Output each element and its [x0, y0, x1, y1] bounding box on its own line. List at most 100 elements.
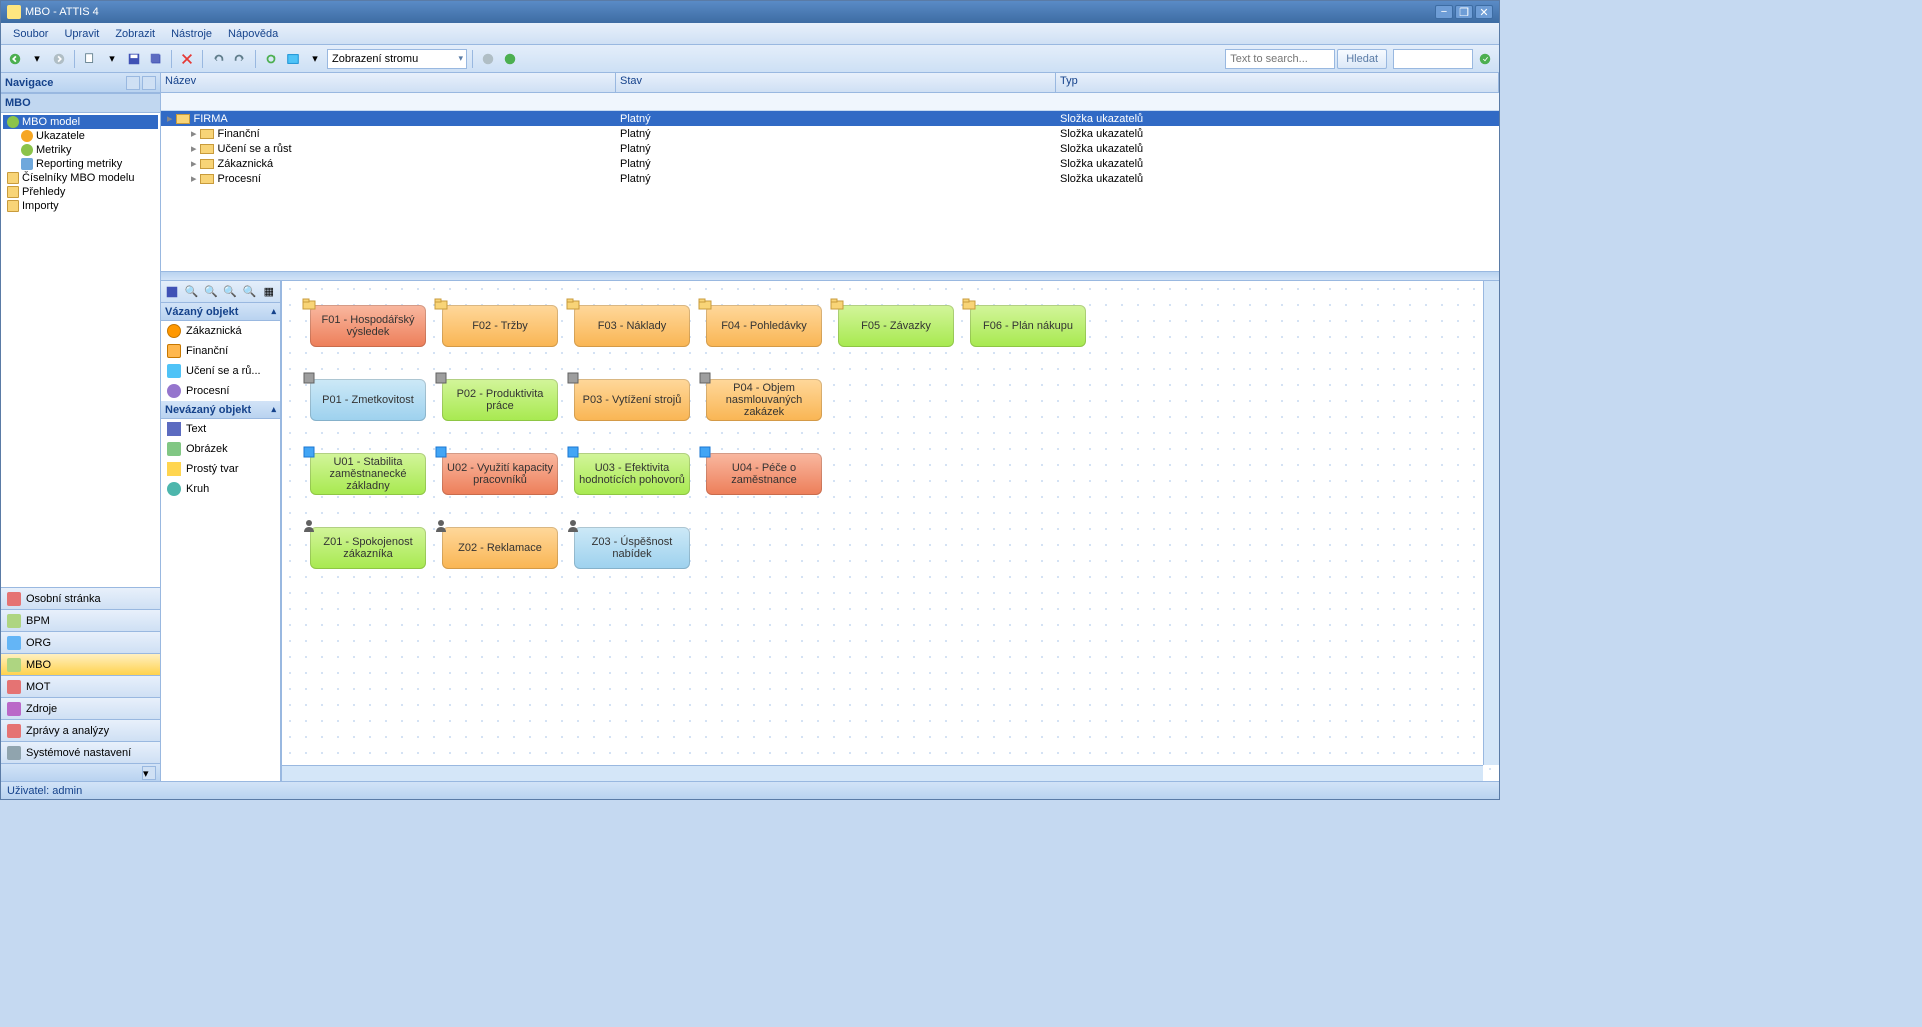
refresh-button[interactable]	[261, 49, 281, 69]
menu-item[interactable]: Zobrazit	[107, 26, 163, 42]
expand-icon[interactable]: ▸	[191, 127, 197, 140]
grid-filter-row[interactable]	[161, 93, 1499, 111]
back-button[interactable]	[5, 49, 25, 69]
nav-button[interactable]: Systémové nastavení	[1, 741, 160, 763]
card[interactable]: U04 - Péče o zaměstnance	[706, 453, 822, 495]
card[interactable]: Z03 - Úspěšnost nabídek	[574, 527, 690, 569]
new-dropdown[interactable]: ▾	[102, 49, 122, 69]
table-row[interactable]: ▸FIRMAPlatnýSložka ukazatelů	[161, 111, 1499, 126]
vertical-scrollbar[interactable]	[1483, 281, 1499, 765]
toolbox-item[interactable]: Zákaznická	[161, 321, 280, 341]
card[interactable]: F04 - Pohledávky	[706, 305, 822, 347]
card[interactable]: P04 - Objem nasmlouvaných zakázek	[706, 379, 822, 421]
tree-node[interactable]: Ukazatele	[3, 129, 158, 143]
toolbox-unbound-header[interactable]: Nevázaný objekt	[161, 401, 280, 419]
expand-icon[interactable]: ▸	[191, 157, 197, 170]
card[interactable]: P02 - Produktivita práce	[442, 379, 558, 421]
toolbox-item[interactable]: Kruh	[161, 479, 280, 499]
nav-expand-icon[interactable]: ▾	[142, 766, 156, 780]
nav-pin-icon[interactable]	[126, 76, 140, 90]
tree-node[interactable]: Reporting metriky	[3, 157, 158, 171]
card[interactable]: Z01 - Spokojenost zákazníka	[310, 527, 426, 569]
zoom-out-icon[interactable]: 🔍	[202, 282, 220, 302]
next-button[interactable]	[500, 49, 520, 69]
view-select[interactable]: Zobrazení stromu	[327, 49, 467, 69]
tree-node[interactable]: Importy	[3, 199, 158, 213]
col-stav[interactable]: Stav	[616, 73, 1056, 92]
undo-button[interactable]	[208, 49, 228, 69]
menu-item[interactable]: Soubor	[5, 26, 56, 42]
search-button[interactable]: Hledat	[1337, 49, 1387, 69]
close-button[interactable]: ✕	[1475, 5, 1493, 19]
expand-icon[interactable]: ▸	[191, 142, 197, 155]
new-button[interactable]	[80, 49, 100, 69]
card[interactable]: F03 - Náklady	[574, 305, 690, 347]
view-dropdown[interactable]: ▾	[305, 49, 325, 69]
menu-item[interactable]: Nástroje	[163, 26, 220, 42]
nav-button[interactable]: MOT	[1, 675, 160, 697]
nav-section-header[interactable]: MBO	[1, 93, 160, 113]
horizontal-scrollbar[interactable]	[282, 765, 1483, 781]
tree-node[interactable]: Číselníky MBO modelu	[3, 171, 158, 185]
toolbox-item[interactable]: Procesní	[161, 381, 280, 401]
prev-button[interactable]	[478, 49, 498, 69]
toolbox-item[interactable]: Obrázek	[161, 439, 280, 459]
tree-node[interactable]: MBO model	[3, 115, 158, 129]
card[interactable]: U01 - Stabilita zaměstnanecké základny	[310, 453, 426, 495]
card[interactable]: P03 - Vytížení strojů	[574, 379, 690, 421]
search-go-button[interactable]	[1475, 49, 1495, 69]
menu-item[interactable]: Nápověda	[220, 26, 286, 42]
nav-button[interactable]: Osobní stránka	[1, 587, 160, 609]
card[interactable]: U02 - Využití kapacity pracovníků	[442, 453, 558, 495]
card[interactable]: F05 - Závazky	[838, 305, 954, 347]
delete-button[interactable]	[177, 49, 197, 69]
designer-canvas[interactable]: F01 - Hospodářský výsledek F02 - Tržby F03…	[281, 281, 1499, 781]
toolbox-item[interactable]: Prostý tvar	[161, 459, 280, 479]
table-row[interactable]: ▸FinančníPlatnýSložka ukazatelů	[161, 126, 1499, 141]
nav-button[interactable]: Zprávy a analýzy	[1, 719, 160, 741]
grid-body: ▸FIRMAPlatnýSložka ukazatelů▸FinančníPla…	[161, 111, 1499, 271]
tree-node[interactable]: Metriky	[3, 143, 158, 157]
maximize-button[interactable]: ❐	[1455, 5, 1473, 19]
card[interactable]: Z02 - Reklamace	[442, 527, 558, 569]
tree-node[interactable]: Přehledy	[3, 185, 158, 199]
card[interactable]: F06 - Plán nákupu	[970, 305, 1086, 347]
nav-button[interactable]: Zdroje	[1, 697, 160, 719]
view-button[interactable]	[283, 49, 303, 69]
grid-separator[interactable]	[161, 271, 1499, 281]
card[interactable]: P01 - Zmetkovitost	[310, 379, 426, 421]
nav-button[interactable]: ORG	[1, 631, 160, 653]
card[interactable]: F02 - Tržby	[442, 305, 558, 347]
save-button[interactable]	[124, 49, 144, 69]
minimize-button[interactable]: −	[1435, 5, 1453, 19]
toolbox-item[interactable]: Učení se a rů...	[161, 361, 280, 381]
table-row[interactable]: ▸ProcesníPlatnýSložka ukazatelů	[161, 171, 1499, 186]
zoom-fit-icon[interactable]: 🔍	[221, 282, 239, 302]
zoom-reset-icon[interactable]: 🔍	[240, 282, 258, 302]
save-all-button[interactable]	[146, 49, 166, 69]
card[interactable]: U03 - Efektivita hodnotících pohovorů	[574, 453, 690, 495]
toolbox-bound-header[interactable]: Vázaný objekt	[161, 303, 280, 321]
zoom-in-icon[interactable]: 🔍	[182, 282, 200, 302]
table-row[interactable]: ▸Učení se a růstPlatnýSložka ukazatelů	[161, 141, 1499, 156]
toolbox-item-label: Procesní	[186, 385, 229, 397]
card[interactable]: F01 - Hospodářský výsledek	[310, 305, 426, 347]
toolbox-item[interactable]: Text	[161, 419, 280, 439]
redo-button[interactable]	[230, 49, 250, 69]
expand-icon[interactable]: ▸	[191, 172, 197, 185]
nav-button[interactable]: MBO	[1, 653, 160, 675]
search-input[interactable]	[1225, 49, 1335, 69]
col-typ[interactable]: Typ	[1056, 73, 1499, 92]
expand-icon[interactable]: ▸	[167, 112, 173, 125]
nav-button[interactable]: BPM	[1, 609, 160, 631]
nav-collapse-icon[interactable]	[142, 76, 156, 90]
back-dropdown[interactable]: ▾	[27, 49, 47, 69]
toolbox-item[interactable]: Finanční	[161, 341, 280, 361]
forward-button[interactable]	[49, 49, 69, 69]
col-name[interactable]: Název	[161, 73, 616, 92]
main-toolbar: ▾ ▾ ▾ Zobrazení stromu Hledat	[1, 45, 1499, 73]
menu-item[interactable]: Upravit	[56, 26, 107, 42]
table-row[interactable]: ▸ZákaznickáPlatnýSložka ukazatelů	[161, 156, 1499, 171]
toolbox-save-icon[interactable]	[163, 282, 181, 302]
grid-icon[interactable]: ▦	[260, 282, 278, 302]
